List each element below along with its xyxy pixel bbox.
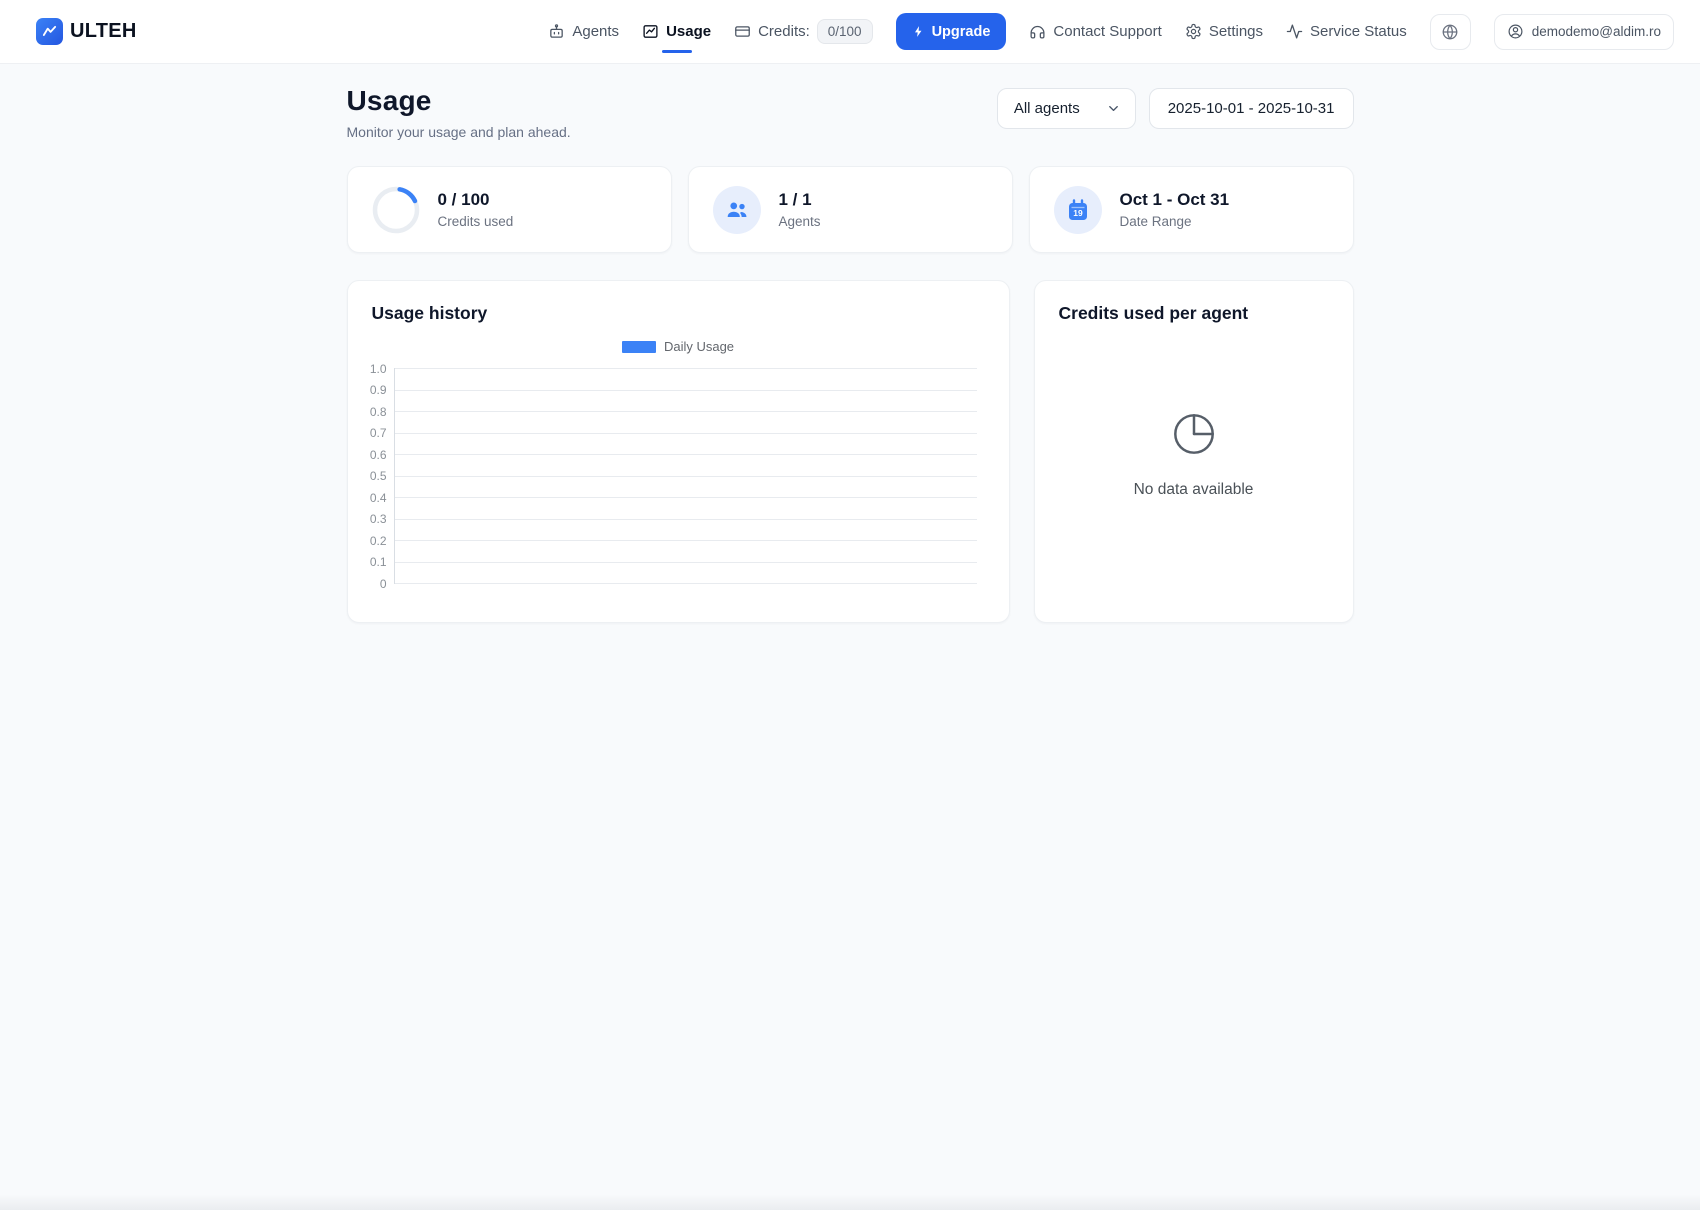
- legend-swatch: [622, 341, 656, 353]
- nav-item-service-status[interactable]: Service Status: [1286, 0, 1407, 64]
- chart-gridline: 0.9: [395, 390, 977, 391]
- charts-row: Usage history Daily Usage 1.0 0.9 0.8 0.7 0.…: [347, 280, 1354, 623]
- pie-empty-message: No data available: [1134, 481, 1254, 499]
- pie-empty-state: No data available: [1059, 324, 1329, 600]
- credits-progress-ring: [372, 186, 420, 234]
- main-content: Usage Monitor your usage and plan ahead.…: [347, 85, 1354, 623]
- y-axis-tick-label: 0.2: [370, 534, 387, 548]
- lightning-icon: [912, 24, 925, 39]
- nav-item-usage-label: Usage: [666, 23, 711, 40]
- calendar-icon: 19: [1066, 198, 1090, 222]
- chevron-down-icon: [1106, 101, 1121, 116]
- globe-icon: [1441, 23, 1459, 41]
- stat-range-label: Date Range: [1120, 214, 1230, 229]
- chart-gridline: 0.5: [395, 476, 977, 477]
- chart-gridline: 1.0: [395, 368, 977, 369]
- date-range-value: 2025-10-01 - 2025-10-31: [1168, 100, 1335, 117]
- chart-gridline: 0.3: [395, 519, 977, 520]
- user-circle-icon: [1507, 23, 1524, 40]
- nav-actions: Agents Usage Credits: 0/100 Upgrade: [548, 0, 1674, 64]
- stat-card-credits: 0 / 100 Credits used: [347, 166, 672, 253]
- service-status-label: Service Status: [1310, 23, 1407, 40]
- y-axis-tick-label: 0.1: [370, 555, 387, 569]
- page-header: Usage Monitor your usage and plan ahead.…: [347, 85, 1354, 140]
- active-tab-underline: [662, 50, 692, 53]
- page-subtitle: Monitor your usage and plan ahead.: [347, 124, 571, 140]
- stats-row: 0 / 100 Credits used 1 / 1 Agents: [347, 166, 1354, 253]
- stat-agents-label: Agents: [779, 214, 821, 229]
- page-title-block: Usage Monitor your usage and plan ahead.: [347, 85, 571, 140]
- nav-item-contact-support[interactable]: Contact Support: [1029, 0, 1161, 64]
- stat-range-value: Oct 1 - Oct 31: [1120, 190, 1230, 210]
- calendar-day-number: 19: [1073, 208, 1083, 218]
- brand-chart-icon: [36, 18, 63, 45]
- credits-badge: 0/100: [817, 19, 873, 44]
- usage-chart-plot: 1.0 0.9 0.8 0.7 0.6 0.5 0.4 0.3 0.2 0.1 0: [394, 368, 977, 584]
- line-chart-icon: [642, 23, 659, 40]
- date-range-input[interactable]: 2025-10-01 - 2025-10-31: [1149, 88, 1354, 129]
- y-axis-tick-label: 0.4: [370, 491, 387, 505]
- legend-label: Daily Usage: [664, 339, 734, 354]
- chart-gridline: 0.2: [395, 540, 977, 541]
- account-email: demodemo@aldim.ro: [1532, 24, 1661, 39]
- top-nav: ULTEH Agents Usage Credits: 0/: [0, 0, 1700, 64]
- chart-gridline: 0.6: [395, 454, 977, 455]
- language-globe-button[interactable]: [1430, 14, 1471, 50]
- robot-icon: [548, 23, 565, 40]
- stat-card-agents: 1 / 1 Agents: [688, 166, 1013, 253]
- stat-credits-text: 0 / 100 Credits used: [438, 190, 514, 229]
- account-menu-button[interactable]: demodemo@aldim.ro: [1494, 14, 1674, 50]
- upgrade-label: Upgrade: [932, 24, 991, 40]
- usage-history-card: Usage history Daily Usage 1.0 0.9 0.8 0.7 0.…: [347, 280, 1010, 623]
- credit-card-icon: [734, 23, 751, 40]
- headset-icon: [1029, 23, 1046, 40]
- agent-filter-select[interactable]: All agents: [997, 88, 1136, 129]
- y-axis-tick-label: 0.6: [370, 448, 387, 462]
- stat-range-text: Oct 1 - Oct 31 Date Range: [1120, 190, 1230, 229]
- chart-gridline: 0.4: [395, 497, 977, 498]
- app-logo[interactable]: ULTEH: [36, 18, 137, 45]
- stat-agents-value: 1 / 1: [779, 190, 821, 210]
- contact-support-label: Contact Support: [1053, 23, 1161, 40]
- calendar-icon-circle: 19: [1054, 186, 1102, 234]
- page-title: Usage: [347, 85, 571, 117]
- usage-history-title: Usage history: [372, 303, 985, 324]
- y-axis-tick-label: 0.9: [370, 383, 387, 397]
- y-axis-tick-label: 1.0: [370, 362, 387, 376]
- y-axis-tick-label: 0.5: [370, 469, 387, 483]
- credits-per-agent-title: Credits used per agent: [1059, 303, 1329, 324]
- stat-credits-label: Credits used: [438, 214, 514, 229]
- nav-item-agents[interactable]: Agents: [548, 0, 619, 64]
- y-axis-tick-label: 0.3: [370, 512, 387, 526]
- agent-filter-value: All agents: [1014, 100, 1080, 117]
- gear-icon: [1185, 23, 1202, 40]
- stat-agents-text: 1 / 1 Agents: [779, 190, 821, 229]
- stat-card-date-range: 19 Oct 1 - Oct 31 Date Range: [1029, 166, 1354, 253]
- chart-legend: Daily Usage: [372, 339, 985, 354]
- brand-name: ULTEH: [70, 20, 137, 43]
- nav-credits: Credits: 0/100: [734, 0, 872, 64]
- y-axis-tick-label: 0.7: [370, 426, 387, 440]
- activity-icon: [1286, 23, 1303, 40]
- header-controls: All agents 2025-10-01 - 2025-10-31: [997, 88, 1354, 129]
- pie-chart-icon: [1171, 411, 1217, 457]
- y-axis-tick-label: 0: [380, 577, 387, 591]
- stat-credits-value: 0 / 100: [438, 190, 514, 210]
- nav-item-usage[interactable]: Usage: [642, 0, 711, 64]
- chart-gridline: 0.8: [395, 411, 977, 412]
- nav-item-agents-label: Agents: [572, 23, 619, 40]
- users-icon: [724, 197, 750, 223]
- upgrade-button[interactable]: Upgrade: [896, 13, 1007, 50]
- credits-label: Credits:: [758, 23, 810, 40]
- agents-icon-circle: [713, 186, 761, 234]
- credits-per-agent-card: Credits used per agent No data available: [1034, 280, 1354, 623]
- chart-gridline: 0.1: [395, 562, 977, 563]
- y-axis-tick-label: 0.8: [370, 405, 387, 419]
- nav-item-settings[interactable]: Settings: [1185, 0, 1263, 64]
- settings-label: Settings: [1209, 23, 1263, 40]
- chart-gridline: 0.7: [395, 433, 977, 434]
- chart-gridline: 0: [395, 583, 977, 584]
